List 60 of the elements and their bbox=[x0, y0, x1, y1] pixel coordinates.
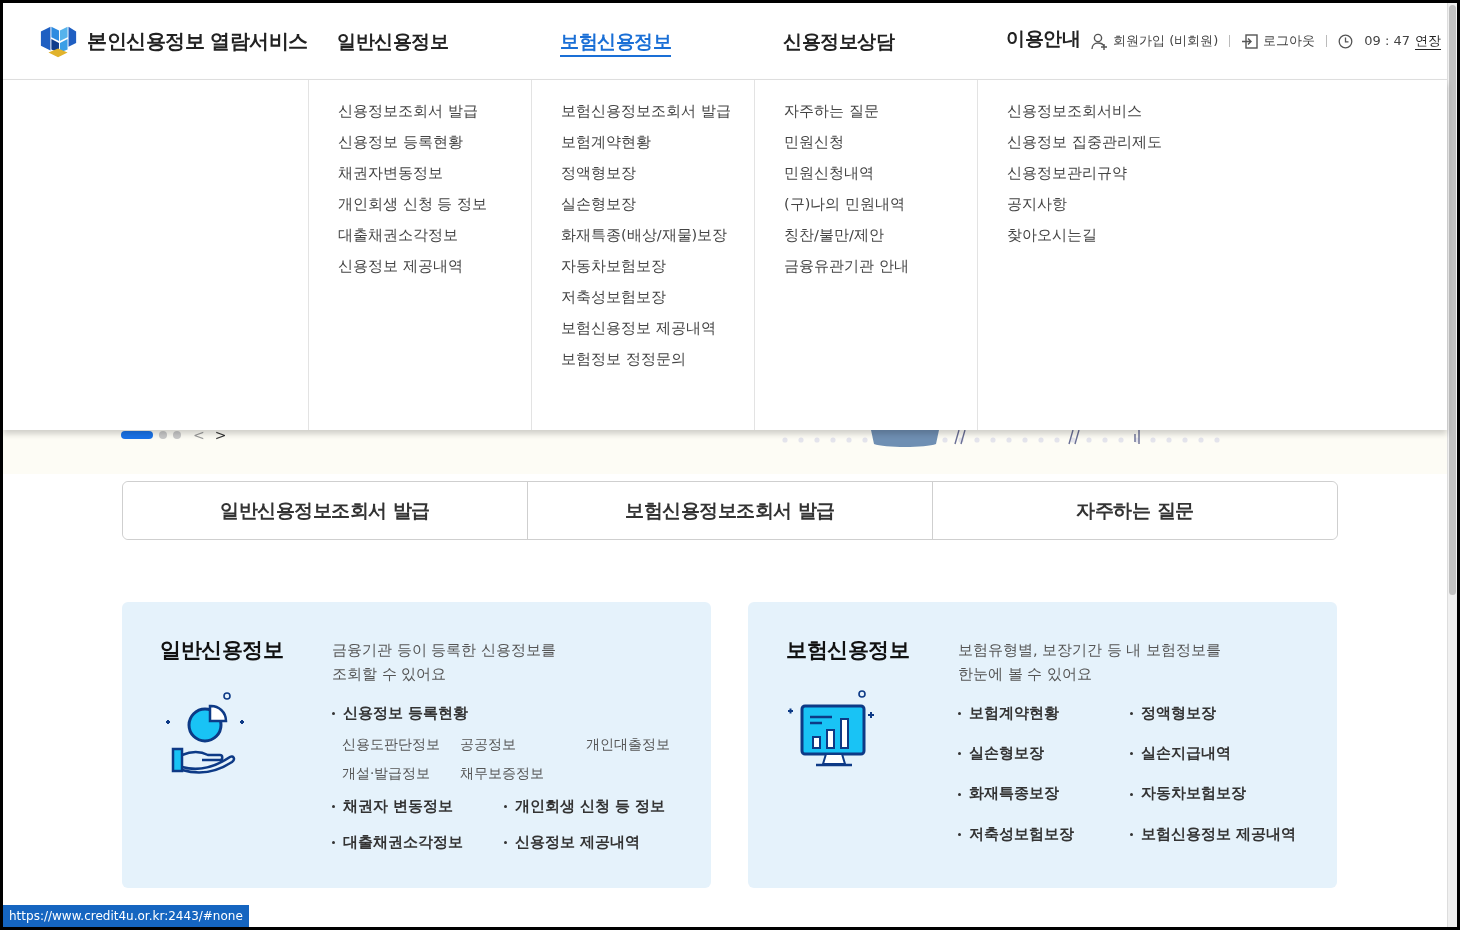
nav-tab[interactable]: 이용안내 bbox=[1006, 24, 1080, 58]
sub-link[interactable]: 공공정보 bbox=[460, 734, 586, 755]
card-title: 보험신용정보 bbox=[786, 638, 910, 664]
card-link[interactable]: 보험신용정보 제공내역 bbox=[1130, 823, 1297, 846]
menu-link[interactable]: 대출채권소각정보 bbox=[338, 224, 531, 246]
card-link[interactable]: 저축성보험보장 bbox=[958, 823, 1074, 846]
menu-link[interactable]: (구)나의 민원내역 bbox=[784, 193, 977, 215]
menu-link[interactable]: 채권자변동정보 bbox=[338, 162, 531, 184]
card-link[interactable]: 화재특종보장 bbox=[958, 783, 1059, 806]
card-link[interactable]: 대출채권소각정보 bbox=[332, 831, 463, 854]
header-link[interactable]: 회원가입 (비회원) bbox=[1113, 31, 1219, 51]
menu-link[interactable]: 실손형보장 bbox=[561, 193, 754, 215]
card-link[interactable]: 채권자 변동정보 bbox=[332, 795, 454, 818]
card-description: 금융기관 등이 등록한 신용정보를 조회할 수 있어요 bbox=[332, 641, 557, 684]
menu-link[interactable]: 신용정보 집중관리제도 bbox=[1007, 131, 1447, 153]
card-link[interactable]: 실손지급내역 bbox=[1130, 743, 1231, 765]
header-link[interactable]: 로그아웃 bbox=[1263, 31, 1316, 51]
menu-link[interactable]: 보험계약현황 bbox=[561, 131, 754, 153]
card-link[interactable]: 보험계약현황 bbox=[958, 702, 1059, 725]
menu-link[interactable]: 자동차보험보장 bbox=[561, 255, 754, 277]
sub-link[interactable]: 개설·발급정보 bbox=[342, 762, 460, 783]
menu-link[interactable]: 민원신청 bbox=[784, 131, 977, 153]
menu-link[interactable]: 자주하는 질문 bbox=[784, 100, 977, 122]
card-link[interactable]: 자동차보험보장 bbox=[1130, 783, 1246, 806]
menu-link[interactable]: 개인회생 신청 등 정보 bbox=[338, 193, 531, 215]
menu-link[interactable]: 신용정보조회서 발급 bbox=[338, 100, 531, 122]
menu-link[interactable]: 보험정보 정정문의 bbox=[561, 348, 754, 370]
menu-link[interactable]: 저축성보험보장 bbox=[561, 286, 754, 308]
logo-text[interactable]: 본인신용정보 열람서비스 bbox=[87, 26, 308, 56]
card-link[interactable]: 신용정보 제공내역 bbox=[504, 831, 641, 854]
card-link[interactable]: 신용정보 등록현황 bbox=[332, 702, 469, 725]
sub-link[interactable]: 채무보증정보 bbox=[460, 762, 586, 783]
nav-tab[interactable]: 신용정보상담 bbox=[783, 29, 894, 57]
card-link[interactable]: 개인회생 신청 등 정보 bbox=[504, 795, 666, 818]
card-link[interactable]: 정액형보장 bbox=[1130, 702, 1216, 725]
menu-link[interactable]: 찾아오시는길 bbox=[1007, 224, 1447, 246]
menu-link[interactable]: 화재특종(배상/재물)보장 bbox=[561, 224, 754, 246]
next-arrow[interactable]: > bbox=[214, 430, 227, 440]
menu-link[interactable]: 신용정보관리규약 bbox=[1007, 162, 1447, 184]
card-link[interactable]: 실손형보장 bbox=[958, 743, 1044, 765]
status-url: https://www.credit4u.or.kr:2443/#none bbox=[3, 905, 249, 927]
nav-tab[interactable]: 일반신용정보 bbox=[337, 29, 448, 57]
nav-tab[interactable]: 보험신용정보 bbox=[560, 29, 671, 57]
menu-link[interactable]: 보험신용정보조회서 발급 bbox=[561, 100, 754, 122]
session-time: 09 : 47 bbox=[1364, 32, 1410, 51]
extend-link[interactable]: 연장 bbox=[1415, 31, 1441, 51]
menu-link[interactable]: 신용정보 등록현황 bbox=[338, 131, 531, 153]
menu-link[interactable]: 공지사항 bbox=[1007, 193, 1447, 215]
quick-link-button[interactable]: 자주하는 질문 bbox=[932, 482, 1337, 539]
menu-link[interactable]: 칭찬/불만/제안 bbox=[784, 224, 977, 246]
card-description: 보험유형별, 보장기간 등 내 보험정보를 한눈에 볼 수 있어요 bbox=[958, 641, 1223, 684]
menu-link[interactable]: 정액형보장 bbox=[561, 162, 754, 184]
sub-link[interactable]: 신용도판단정보 bbox=[342, 734, 460, 755]
menu-link[interactable]: 신용정보조회서비스 bbox=[1007, 100, 1447, 122]
sub-link[interactable]: 개인대출정보 bbox=[586, 734, 670, 755]
menu-link[interactable]: 민원신청내역 bbox=[784, 162, 977, 184]
menu-link[interactable]: 금융유관기관 안내 bbox=[784, 255, 977, 277]
menu-link[interactable]: 보험신용정보 제공내역 bbox=[561, 317, 754, 339]
menu-link[interactable]: 신용정보 제공내역 bbox=[338, 255, 531, 277]
card-title: 일반신용정보 bbox=[160, 638, 284, 664]
